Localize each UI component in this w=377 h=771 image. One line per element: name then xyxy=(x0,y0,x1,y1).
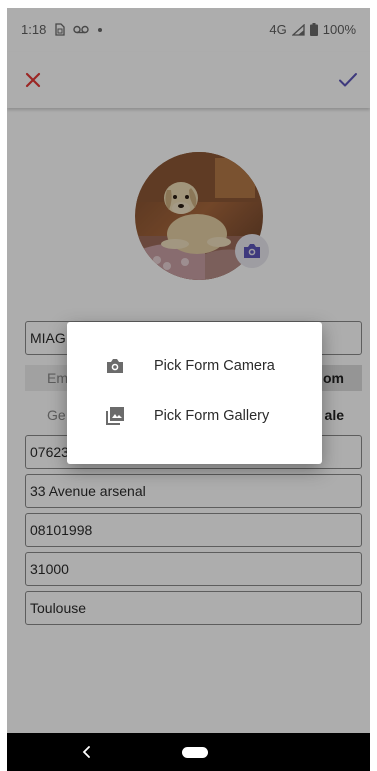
gallery-icon xyxy=(103,404,127,428)
pick-camera-option[interactable]: Pick Form Camera xyxy=(67,341,322,391)
pick-camera-label: Pick Form Camera xyxy=(154,358,275,374)
pick-gallery-label: Pick Form Gallery xyxy=(154,408,270,424)
system-nav-bar xyxy=(7,733,370,771)
back-chevron-icon xyxy=(82,746,90,758)
app-frame: 1:18 4G 100% MIAG Em om Ge ale 07623 33 … xyxy=(7,8,370,771)
back-button[interactable] xyxy=(77,742,97,762)
pick-image-dialog: Pick Form Camera Pick Form Gallery xyxy=(67,322,322,464)
camera-icon xyxy=(103,354,127,378)
pick-gallery-option[interactable]: Pick Form Gallery xyxy=(67,391,322,441)
home-pill-icon[interactable] xyxy=(182,747,208,758)
